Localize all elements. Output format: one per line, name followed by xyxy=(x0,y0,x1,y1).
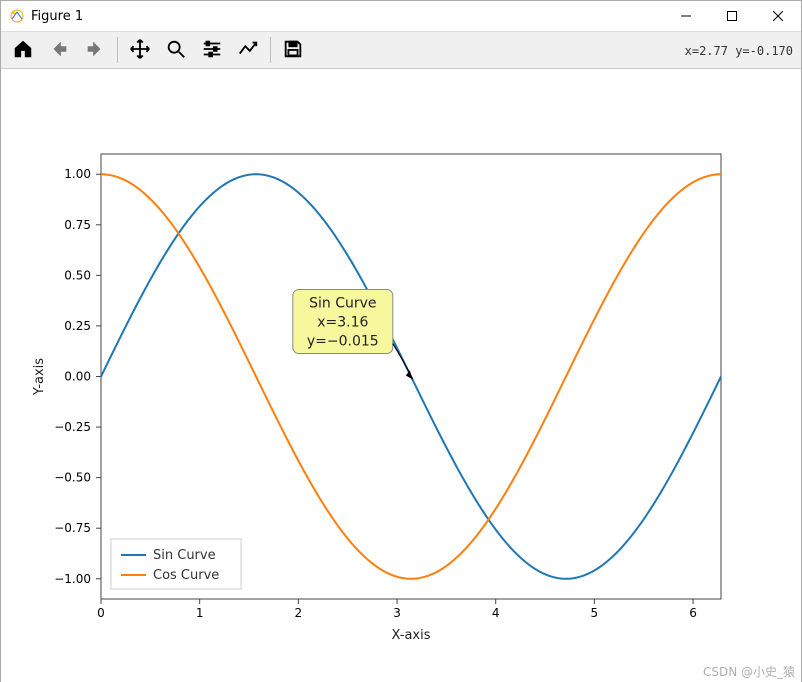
svg-text:0.50: 0.50 xyxy=(64,268,91,282)
back-button[interactable] xyxy=(41,32,77,68)
forward-button[interactable] xyxy=(77,32,113,68)
svg-text:4: 4 xyxy=(492,606,500,620)
svg-text:0: 0 xyxy=(97,606,105,620)
svg-text:Y-axis: Y-axis xyxy=(32,358,47,396)
svg-text:−0.25: −0.25 xyxy=(54,420,91,434)
close-button[interactable] xyxy=(755,1,801,31)
sliders-icon xyxy=(201,38,223,63)
search-icon xyxy=(165,38,187,63)
pan-button[interactable] xyxy=(122,32,158,68)
svg-text:1: 1 xyxy=(196,606,204,620)
watermark: CSDN @小史_猿 xyxy=(703,663,795,680)
home-button[interactable] xyxy=(5,32,41,68)
minimize-button[interactable] xyxy=(663,1,709,31)
svg-text:−1.00: −1.00 xyxy=(54,572,91,586)
svg-text:Sin Curve: Sin Curve xyxy=(309,296,376,312)
svg-text:−0.75: −0.75 xyxy=(54,521,91,535)
svg-text:0.75: 0.75 xyxy=(64,218,91,232)
svg-text:3: 3 xyxy=(393,606,401,620)
move-icon xyxy=(129,38,151,63)
window-title: Figure 1 xyxy=(31,9,83,24)
edit-axis-button[interactable] xyxy=(230,32,266,68)
save-button[interactable] xyxy=(275,32,311,68)
svg-text:2: 2 xyxy=(295,606,303,620)
svg-text:Sin Curve: Sin Curve xyxy=(153,548,216,563)
svg-text:5: 5 xyxy=(591,606,599,620)
app-window: Figure 1 x=2.77 y=- xyxy=(0,0,802,682)
svg-text:y=−0.015: y=−0.015 xyxy=(307,334,379,350)
toolbar: x=2.77 y=-0.170 xyxy=(1,32,801,69)
plot-canvas[interactable]: 0 1 2 3 4 5 6 −1.00 −0.75 −0.50 −0.25 0.00 0.25 0.50 0… xyxy=(1,69,801,682)
svg-text:x=3.16: x=3.16 xyxy=(317,315,368,331)
svg-text:X-axis: X-axis xyxy=(392,628,431,643)
save-icon xyxy=(282,38,304,63)
svg-text:−0.50: −0.50 xyxy=(54,471,91,485)
configure-subplots-button[interactable] xyxy=(194,32,230,68)
zoom-button[interactable] xyxy=(158,32,194,68)
svg-text:6: 6 xyxy=(689,606,697,620)
svg-text:0.25: 0.25 xyxy=(64,319,91,333)
cursor-coordinates: x=2.77 y=-0.170 xyxy=(685,32,793,70)
toolbar-separator xyxy=(270,37,271,63)
plot-svg: 0 1 2 3 4 5 6 −1.00 −0.75 −0.50 −0.25 0.00 0.25 0.50 0… xyxy=(1,69,801,679)
toolbar-separator xyxy=(117,37,118,63)
svg-text:1.00: 1.00 xyxy=(64,167,91,181)
chart-line-icon xyxy=(237,38,259,63)
arrow-right-icon xyxy=(84,38,106,63)
svg-text:0.00: 0.00 xyxy=(64,370,91,384)
maximize-button[interactable] xyxy=(709,1,755,31)
arrow-left-icon xyxy=(48,38,70,63)
home-icon xyxy=(12,38,34,63)
app-icon xyxy=(9,8,25,24)
svg-text:Cos Curve: Cos Curve xyxy=(153,568,219,583)
titlebar: Figure 1 xyxy=(1,1,801,32)
